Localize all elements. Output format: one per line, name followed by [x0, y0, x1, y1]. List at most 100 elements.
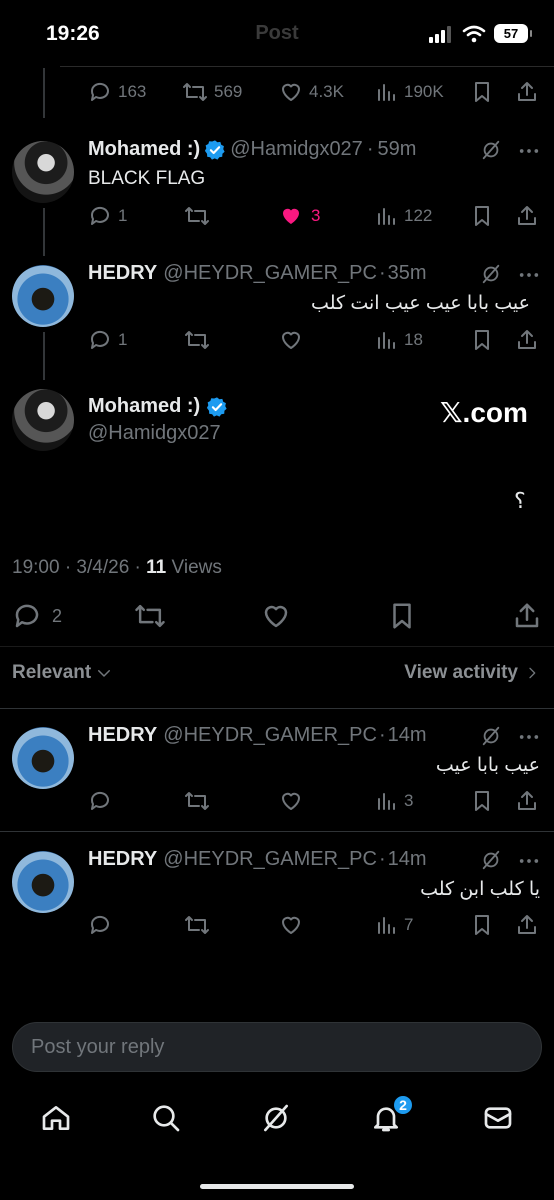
- more-icon[interactable]: [518, 264, 540, 286]
- author-handle[interactable]: @HEYDR_GAMER_PC: [163, 724, 377, 747]
- views-count: 7: [404, 915, 414, 934]
- share-icon[interactable]: [515, 913, 539, 937]
- reply-icon: [15, 604, 39, 628]
- author-name[interactable]: HEDRY: [88, 262, 157, 285]
- source-label: 𝕏.com: [440, 397, 528, 428]
- reply-icon: [90, 330, 109, 349]
- heart-icon[interactable]: [279, 328, 303, 352]
- home-icon[interactable]: [40, 1102, 72, 1134]
- share-icon[interactable]: [515, 789, 539, 813]
- views-button[interactable]: 3: [376, 789, 413, 813]
- list-item[interactable]: HEDRY @HEYDR_GAMER_PC · 14m يا كلب ابن ك…: [0, 832, 554, 954]
- repost-count: 569: [214, 82, 243, 101]
- chevron-down-icon: [98, 670, 111, 677]
- views-icon: [378, 208, 395, 225]
- reply-button[interactable]: 1: [88, 204, 127, 228]
- views-button[interactable]: 190K: [376, 80, 444, 104]
- post-text: عيب بابا عيب عيب انت كلب: [311, 293, 530, 314]
- reply-box[interactable]: [12, 1022, 542, 1072]
- action-bar: 1 3 122: [88, 204, 540, 228]
- heart-icon[interactable]: [261, 601, 291, 631]
- reply-button[interactable]: 2: [12, 601, 62, 631]
- battery-indicator: 57: [494, 24, 532, 43]
- sort-dropdown[interactable]: Relevant: [12, 662, 113, 684]
- share-icon[interactable]: [515, 204, 539, 228]
- grok-icon[interactable]: [260, 1102, 292, 1134]
- repost-icon[interactable]: [184, 328, 210, 352]
- repost-icon[interactable]: [184, 913, 210, 937]
- grok-icon[interactable]: [480, 139, 502, 161]
- author-name[interactable]: HEDRY: [88, 724, 157, 747]
- views-button[interactable]: 122: [376, 204, 432, 228]
- repost-button[interactable]: 569: [182, 80, 242, 104]
- avatar[interactable]: [12, 727, 74, 789]
- views-icon: [378, 84, 395, 101]
- bookmark-icon[interactable]: [471, 204, 493, 228]
- views-count[interactable]: 11: [146, 557, 166, 578]
- heart-icon[interactable]: [279, 789, 303, 813]
- repost-icon[interactable]: [184, 789, 210, 813]
- bookmark-icon[interactable]: [471, 80, 493, 104]
- more-icon[interactable]: [518, 850, 540, 872]
- like-count: 3: [311, 206, 321, 225]
- views-button[interactable]: 7: [376, 913, 413, 937]
- action-bar: 3: [88, 789, 540, 813]
- heart-icon: [282, 83, 300, 101]
- share-icon[interactable]: [515, 328, 539, 352]
- repost-icon[interactable]: [184, 204, 210, 228]
- reply-icon: [90, 206, 109, 225]
- bookmark-icon[interactable]: [471, 913, 493, 937]
- separator-dot: ·: [378, 848, 386, 870]
- messages-icon[interactable]: [482, 1102, 514, 1134]
- author-name[interactable]: Mohamed :): [88, 138, 200, 161]
- heart-icon[interactable]: [279, 913, 303, 937]
- notifications-button[interactable]: 2: [370, 1094, 414, 1134]
- reply-icon[interactable]: [88, 789, 112, 813]
- like-button[interactable]: 3: [279, 204, 320, 228]
- share-icon[interactable]: [512, 601, 542, 631]
- author-name[interactable]: HEDRY: [88, 848, 157, 871]
- post-time: 59m: [377, 138, 417, 160]
- notification-badge: 2: [392, 1094, 414, 1116]
- reply-input[interactable]: [31, 1035, 541, 1059]
- reply-button[interactable]: 163: [88, 80, 146, 104]
- thread-line: [43, 208, 45, 256]
- separator-dot: ·: [378, 262, 386, 284]
- author-handle[interactable]: @Hamidgx027: [88, 422, 221, 445]
- bookmark-icon[interactable]: [388, 601, 416, 631]
- list-item[interactable]: HEDRY @HEYDR_GAMER_PC · 14m عيب بابا عيب…: [0, 709, 554, 831]
- reply-button[interactable]: 1: [88, 328, 127, 352]
- grok-icon[interactable]: [480, 849, 502, 871]
- author-handle[interactable]: @HEYDR_GAMER_PC: [163, 848, 377, 871]
- view-activity-link[interactable]: View activity: [404, 662, 540, 684]
- more-icon[interactable]: [518, 140, 540, 162]
- grok-icon[interactable]: [480, 725, 502, 747]
- author-handle[interactable]: @Hamidgx027: [230, 138, 363, 161]
- more-icon[interactable]: [518, 726, 540, 748]
- repost-icon[interactable]: [134, 601, 166, 631]
- action-bar: 1 18: [88, 328, 540, 352]
- reply-icon[interactable]: [88, 913, 112, 937]
- avatar[interactable]: [12, 851, 74, 913]
- repost-icon: [183, 83, 207, 101]
- bookmark-icon[interactable]: [471, 789, 493, 813]
- search-icon[interactable]: [150, 1102, 182, 1134]
- post-text: ؟: [514, 488, 526, 513]
- like-button[interactable]: 4.3K: [279, 80, 344, 104]
- action-bar: 7: [88, 913, 540, 937]
- post-time: 14m: [387, 848, 427, 870]
- reply-count: 2: [52, 605, 63, 626]
- share-icon[interactable]: [515, 80, 539, 104]
- author-name[interactable]: Mohamed :): [88, 395, 200, 418]
- avatar[interactable]: [12, 389, 74, 451]
- grok-icon[interactable]: [480, 263, 502, 285]
- post-timestamp: 19:00 · 3/4/26 ·: [12, 557, 147, 578]
- author-handle[interactable]: @HEYDR_GAMER_PC: [163, 262, 377, 285]
- bookmark-icon[interactable]: [471, 328, 493, 352]
- view-activity-label: View activity: [404, 662, 518, 683]
- avatar[interactable]: [12, 141, 74, 203]
- separator-dot: ·: [366, 138, 374, 160]
- views-icon: [378, 917, 395, 934]
- views-button[interactable]: 18: [376, 328, 423, 352]
- avatar[interactable]: [12, 265, 74, 327]
